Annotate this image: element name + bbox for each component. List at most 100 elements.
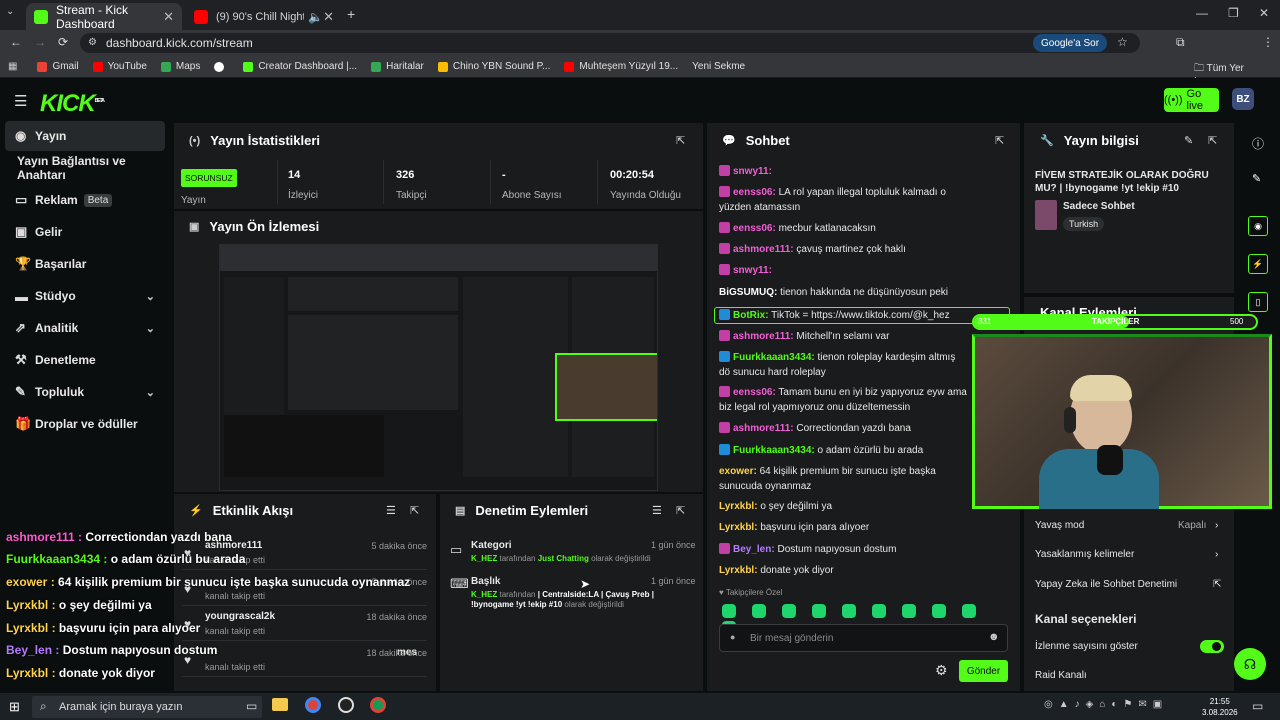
chat-username[interactable]: Fuurkkaaan3434:: [733, 445, 815, 456]
emote-icon[interactable]: [872, 604, 886, 618]
pencil-tool-icon[interactable]: ✎: [1252, 172, 1261, 185]
bookmark-haritalar[interactable]: Haritalar: [371, 61, 424, 72]
chat-username[interactable]: Lyrxkbl:: [719, 501, 758, 512]
restore-icon[interactable]: ❐: [1228, 6, 1239, 20]
emote-icon[interactable]: [962, 604, 976, 618]
filter-icon[interactable]: ☰: [652, 504, 662, 517]
star-icon[interactable]: ☆: [1117, 35, 1128, 49]
expand-icon[interactable]: ⇱: [676, 134, 685, 147]
emote-icon[interactable]: [782, 604, 796, 618]
emoji-icon[interactable]: ☻: [988, 631, 1000, 643]
menu-icon[interactable]: ⋮: [1262, 35, 1274, 49]
kick-logo[interactable]: KICKBETA: [40, 90, 105, 118]
emote-icon[interactable]: [902, 604, 916, 618]
bookmark-maps[interactable]: Maps: [160, 61, 200, 72]
google-ask-button[interactable]: Google'a Sor: [1033, 34, 1108, 52]
sidebar-item-analitik[interactable]: ⇗ Analitik ⌄: [5, 313, 165, 343]
chat-username[interactable]: snwy11:: [733, 166, 772, 177]
chat-username[interactable]: exower:: [719, 466, 757, 477]
chat-username[interactable]: BiGSUMUQ:: [719, 287, 777, 298]
camera-tool-icon[interactable]: ◉: [1248, 216, 1268, 236]
chrome-taskbar-icon[interactable]: [370, 697, 386, 713]
forward-icon[interactable]: →: [34, 35, 46, 49]
speaker-icon[interactable]: 🔈: [308, 10, 323, 24]
support-button[interactable]: ☊: [1234, 648, 1266, 680]
taskbar-search[interactable]: ⌕ Aramak için buraya yazın: [32, 696, 262, 718]
sidebar-item-yayin[interactable]: ◉ Yayın: [5, 121, 165, 151]
chat-username[interactable]: ashmore111:: [733, 244, 794, 255]
bookmark-chino[interactable]: Chino YBN Sound P...: [437, 61, 550, 72]
sidebar-item-gelir[interactable]: ▣ Gelir: [5, 217, 165, 247]
sidebar-item-topluluk[interactable]: ✎ Topluluk ⌄: [5, 377, 165, 407]
reload-icon[interactable]: ⟳: [58, 35, 68, 49]
chat-username[interactable]: BotRix:: [733, 310, 769, 321]
new-tab-button[interactable]: +: [347, 6, 355, 22]
expand-icon[interactable]: ⇱: [410, 504, 419, 517]
info-icon[interactable]: ⓘ: [1252, 135, 1264, 152]
send-button[interactable]: Gönder: [959, 660, 1008, 682]
windows-start-icon[interactable]: ⊞: [9, 699, 23, 714]
filter-icon[interactable]: ☰: [386, 504, 396, 517]
tab-kick-dashboard[interactable]: Stream - Kick Dashboard ✕: [26, 3, 182, 31]
emote-icon[interactable]: [842, 604, 856, 618]
edit-icon[interactable]: ✎: [1184, 134, 1193, 147]
gear-icon[interactable]: ⚙: [935, 662, 948, 679]
sidebar-item-denetleme[interactable]: ⚒ Denetleme: [5, 345, 165, 375]
tab-list-button[interactable]: ⌄: [6, 6, 22, 22]
chat-username[interactable]: eenss06:: [733, 223, 776, 234]
bookmark-youtube[interactable]: YouTube: [92, 61, 147, 72]
emote-icon[interactable]: [722, 604, 736, 618]
stream-preview-video[interactable]: [219, 244, 658, 491]
expand-icon[interactable]: ⇱: [995, 134, 1004, 147]
bookmark-new-tab[interactable]: Yeni Sekme: [692, 61, 745, 72]
chat-username[interactable]: eenss06:: [733, 187, 776, 198]
chat-username[interactable]: ashmore111:: [733, 423, 794, 434]
sidebar-item-basarilar[interactable]: 🏆 Başarılar: [5, 249, 165, 279]
chat-username[interactable]: ashmore111:: [733, 331, 794, 342]
expand-icon[interactable]: ⇱: [1208, 134, 1217, 147]
show-viewers-toggle[interactable]: [1200, 640, 1224, 653]
banned-words-row[interactable]: Yasaklanmış kelimeler ›: [1035, 549, 1225, 560]
sidebar-item-droplar[interactable]: 🎁 Droplar ve ödüller: [5, 409, 165, 439]
extensions-icon[interactable]: ⧉: [1176, 35, 1185, 50]
close-icon[interactable]: ✕: [163, 9, 174, 25]
bookmark-creator-dashboard[interactable]: Creator Dashboard |...: [243, 61, 357, 72]
notification-icon[interactable]: ▭: [1252, 699, 1263, 713]
close-icon[interactable]: ✕: [323, 9, 334, 25]
sidebar-item-stream-key[interactable]: Yayın Bağlantısı ve Anahtarı: [17, 153, 172, 183]
back-icon[interactable]: ←: [10, 35, 22, 49]
obs-taskbar-icon[interactable]: [338, 697, 354, 713]
bookmark-google[interactable]: [214, 61, 229, 72]
emote-icon[interactable]: [752, 604, 766, 618]
lightning-tool-icon[interactable]: ⚡: [1248, 254, 1268, 274]
close-window-icon[interactable]: ✕: [1259, 6, 1269, 20]
chat-username[interactable]: Lyrxkbl:: [719, 522, 758, 533]
slow-mode-row[interactable]: Yavaş mod Kapalı ›: [1035, 520, 1225, 531]
file-explorer-icon[interactable]: [272, 698, 288, 711]
chat-username[interactable]: snwy11:: [733, 265, 772, 276]
chat-username[interactable]: eenss06:: [733, 387, 776, 398]
go-live-button[interactable]: ((•)) Go live: [1164, 88, 1219, 112]
chat-username[interactable]: Bey_len:: [733, 544, 775, 555]
tab-lofi[interactable]: (9) 90's Chill Night Lofi 🌙 🔈 ✕: [186, 3, 342, 30]
hamburger-icon[interactable]: ☰: [14, 92, 27, 110]
bookmark-gmail[interactable]: Gmail: [37, 61, 79, 72]
ai-moderation-row[interactable]: Yapay Zeka ile Sohbet Denetimi ⇱: [1035, 579, 1225, 590]
chat-input[interactable]: ● Bir mesaj gönderin ☻: [719, 624, 1008, 652]
expand-icon[interactable]: ⇱: [676, 504, 685, 517]
site-info-icon[interactable]: ⚙: [88, 37, 97, 48]
phone-tool-icon[interactable]: ▯: [1248, 292, 1268, 312]
url-field[interactable]: ⚙ dashboard.kick.com/stream: [80, 33, 1140, 53]
sidebar-item-studyo[interactable]: ▬ Stüdyo ⌄: [5, 281, 165, 311]
apps-icon[interactable]: ▦: [8, 61, 17, 72]
task-view-icon[interactable]: ▭: [246, 699, 257, 713]
emote-icon[interactable]: [932, 604, 946, 618]
emote-icon[interactable]: [812, 604, 826, 618]
sidebar-item-reklam[interactable]: ▭ Reklam Beta: [5, 185, 165, 215]
chat-username[interactable]: Fuurkkaaan3434:: [733, 352, 815, 363]
chrome-taskbar-icon[interactable]: [305, 697, 321, 713]
bookmark-muhtesem[interactable]: Muhteşem Yüzyıl 19...: [564, 61, 678, 72]
raid-channel-row[interactable]: Raid Kanalı: [1035, 670, 1225, 681]
chat-username[interactable]: Lyrxkbl:: [719, 565, 758, 576]
avatar[interactable]: BZ: [1232, 88, 1254, 110]
